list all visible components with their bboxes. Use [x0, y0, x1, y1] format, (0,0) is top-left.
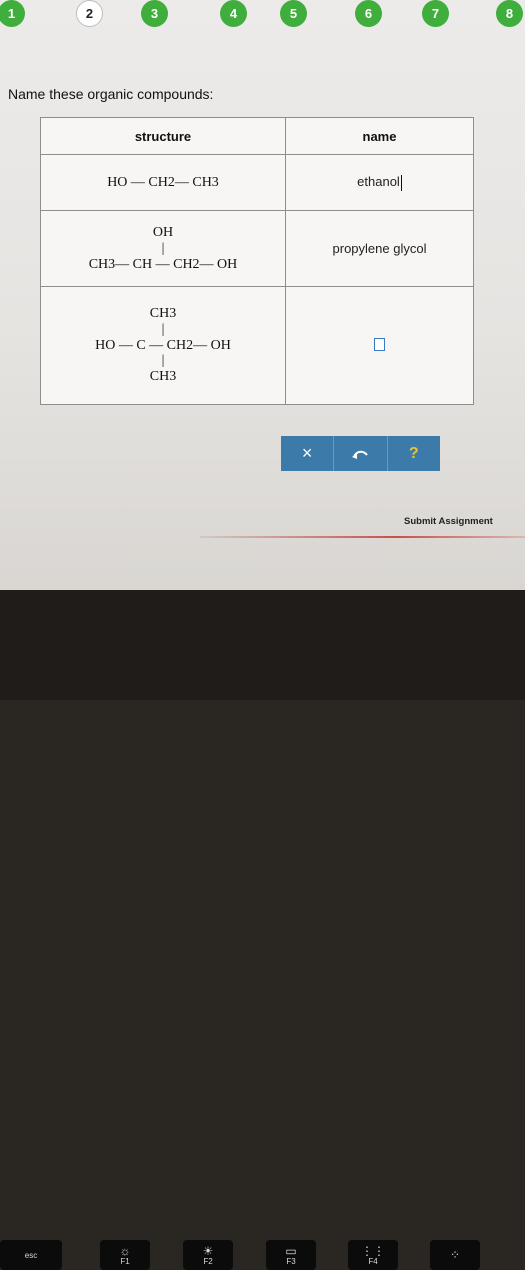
step-8[interactable]: 8: [496, 0, 523, 27]
step-2[interactable]: 2: [76, 0, 103, 27]
undo-button[interactable]: [334, 436, 388, 471]
step-3[interactable]: 3: [141, 0, 168, 27]
laptop-keyboard: esc ☼ F1 ☀ F2 ▭ F3 ⋮⋮ F4 ⁘: [0, 590, 525, 1270]
structure-chain: HO — C — CH2— OH: [95, 337, 231, 353]
name-answer-cell[interactable]: [285, 286, 474, 405]
clear-button[interactable]: ×: [281, 436, 335, 471]
submit-assignment-button[interactable]: Submit Assignment: [404, 516, 493, 527]
launchpad-icon: ⋮⋮: [361, 1243, 385, 1258]
bond-line: |: [161, 353, 165, 369]
f2-key[interactable]: ☀ F2: [183, 1240, 233, 1270]
f5-key[interactable]: ⁘: [430, 1240, 480, 1270]
bond-line: |: [161, 240, 165, 256]
step-4[interactable]: 4: [220, 0, 247, 27]
answer-toolbar: × ?: [281, 436, 440, 471]
footer-divider: [200, 536, 525, 538]
step-7[interactable]: 7: [422, 0, 449, 27]
name-answer-cell[interactable]: ethanol: [285, 154, 474, 211]
table-row: HO — CH2— CH3 ethanol: [40, 154, 474, 211]
structure-cell: HO — CH2— CH3: [40, 154, 286, 211]
structure-branch-bottom: CH3: [149, 369, 177, 385]
help-button[interactable]: ?: [388, 436, 440, 471]
structure-cell: CH3 | HO — C — CH2— OH | CH3: [40, 286, 286, 405]
structure-cell: OH | CH3— CH — CH2— OH: [40, 210, 286, 287]
name-answer-text: ethanol: [357, 174, 400, 190]
step-5[interactable]: 5: [280, 0, 307, 27]
esc-key[interactable]: esc: [0, 1240, 62, 1270]
mission-control-icon: ▭: [285, 1243, 297, 1258]
brightness-up-icon: ☀: [202, 1243, 214, 1258]
empty-answer-box[interactable]: [374, 337, 385, 351]
structure-chain: CH3— CH — CH2— OH: [88, 256, 238, 272]
name-answer-text: propylene glycol: [332, 241, 427, 256]
question-stepper: 1 2 3 4 5 6 7 8: [0, 0, 525, 30]
browser-screen: 1 2 3 4 5 6 7 8 Name these organic compo…: [0, 0, 525, 590]
structure-branch-top: CH3: [149, 306, 177, 322]
compound-table: structure name HO — CH2— CH3 ethanol OH …: [40, 117, 474, 405]
table-header-row: structure name: [40, 117, 474, 155]
header-name: name: [285, 117, 474, 155]
step-1[interactable]: 1: [0, 0, 25, 27]
header-structure: structure: [40, 117, 286, 155]
help-icon: ?: [408, 444, 419, 462]
brightness-down-icon: ☼: [119, 1243, 131, 1258]
f1-key[interactable]: ☼ F1: [100, 1240, 150, 1270]
f3-key[interactable]: ▭ F3: [266, 1240, 316, 1270]
bond-line: |: [161, 321, 165, 337]
x-icon: ×: [301, 443, 313, 463]
table-row: OH | CH3— CH — CH2— OH propylene glycol: [40, 210, 474, 287]
name-answer-cell[interactable]: propylene glycol: [285, 210, 474, 287]
structure-branch-top: OH: [152, 225, 174, 240]
question-prompt: Name these organic compounds:: [8, 86, 214, 102]
step-6[interactable]: 6: [355, 0, 382, 27]
keyboard-light-icon: ⁘: [449, 1248, 461, 1262]
table-row: CH3 | HO — C — CH2— OH | CH3: [40, 286, 474, 405]
structure-formula: HO — CH2— CH3: [107, 174, 219, 190]
text-caret: [400, 174, 402, 191]
undo-icon: [352, 450, 369, 459]
f4-key[interactable]: ⋮⋮ F4: [348, 1240, 398, 1270]
